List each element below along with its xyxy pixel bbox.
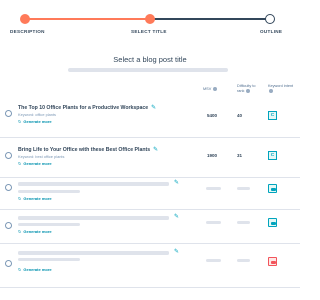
info-icon[interactable] [246, 89, 251, 93]
title-option-row-placeholder[interactable]: ✎ ↻ Generate more [0, 210, 300, 243]
generate-more-link[interactable]: ↻ Generate more [18, 229, 52, 234]
subtitle-placeholder [68, 68, 228, 72]
title-skeleton [18, 251, 169, 255]
msv-skeleton [206, 221, 221, 224]
pencil-icon[interactable]: ✎ [174, 248, 179, 255]
title-text: Bring Life to Your Office with these Bes… [18, 146, 159, 153]
msv-value: 5400 [207, 113, 218, 118]
column-header-msv: MSV [203, 87, 218, 92]
pencil-icon[interactable]: ✎ [151, 104, 156, 111]
pencil-icon[interactable]: ✎ [174, 213, 179, 220]
pencil-icon[interactable]: ✎ [153, 146, 158, 153]
title-skeleton [18, 182, 169, 186]
refresh-icon: ↻ [18, 229, 22, 234]
row-divider [0, 243, 300, 244]
info-icon[interactable] [213, 87, 218, 91]
info-icon[interactable] [269, 89, 273, 93]
msv-skeleton [206, 259, 221, 262]
refresh-icon: ↻ [18, 267, 22, 272]
stepper-line-complete [25, 18, 150, 20]
progress-stepper: DESCRIPTION SELECT TITLE OUTLINE [0, 0, 300, 40]
keyword-skeleton [18, 223, 80, 226]
msv-skeleton [206, 187, 221, 190]
page-title: Select a blog post title [113, 55, 187, 64]
generate-more-link[interactable]: ↻ Generate more [18, 267, 52, 272]
stepper-line-pending [150, 18, 270, 20]
step-label-select-title[interactable]: SELECT TITLE [131, 29, 167, 34]
refresh-icon: ↻ [18, 119, 22, 124]
step-dot-description[interactable] [20, 14, 30, 24]
generate-more-link[interactable]: ↻ Generate more [18, 119, 52, 124]
keyword-skeleton [18, 190, 80, 193]
difficulty-skeleton [237, 187, 250, 190]
difficulty-value: 40 [237, 113, 243, 118]
title-radio[interactable] [5, 152, 12, 159]
title-option-row-placeholder[interactable]: ✎ ↻ Generate more [0, 245, 300, 283]
column-header-keyword-intent: Keyword intent [268, 84, 294, 94]
keyword-intent-badge: C [268, 111, 277, 120]
refresh-icon: ↻ [18, 161, 22, 166]
title-radio[interactable] [5, 184, 12, 191]
title-skeleton [18, 216, 169, 220]
title-text: The Top 10 Office Plants for a Productiv… [18, 104, 157, 111]
step-label-description[interactable]: DESCRIPTION [10, 29, 45, 34]
pencil-icon[interactable]: ✎ [174, 179, 179, 186]
title-radio[interactable] [5, 260, 12, 267]
keyword-intent-badge-placeholder [268, 184, 277, 193]
difficulty-skeleton [237, 259, 250, 262]
generate-more-link[interactable]: ↻ Generate more [18, 161, 52, 166]
column-header-difficulty: Difficulty to rank [237, 84, 256, 93]
keyword-intent-badge: C [268, 151, 277, 160]
keyword-label: Keyword: best office plants [18, 154, 65, 159]
msv-value: 1900 [207, 153, 218, 158]
keyword-intent-badge-placeholder [268, 218, 277, 227]
row-divider [0, 137, 300, 138]
difficulty-skeleton [237, 221, 250, 224]
title-option-row-placeholder[interactable]: ✎ ↻ Generate more [0, 178, 300, 211]
title-option-row[interactable]: Bring Life to Your Office with these Bes… [0, 140, 300, 178]
generate-more-link[interactable]: ↻ Generate more [18, 196, 52, 201]
refresh-icon: ↻ [18, 196, 22, 201]
row-divider [0, 287, 300, 288]
keyword-label: Keyword: office plants [18, 112, 56, 117]
keyword-skeleton [18, 258, 80, 261]
step-dot-select-title[interactable] [145, 14, 155, 24]
step-label-outline[interactable]: OUTLINE [260, 29, 282, 34]
step-dot-outline[interactable] [265, 14, 275, 24]
difficulty-value: 31 [237, 153, 243, 158]
title-radio[interactable] [5, 222, 12, 229]
keyword-intent-badge-placeholder [268, 257, 277, 266]
title-option-row[interactable]: The Top 10 Office Plants for a Productiv… [0, 98, 300, 136]
title-radio[interactable] [5, 110, 12, 117]
